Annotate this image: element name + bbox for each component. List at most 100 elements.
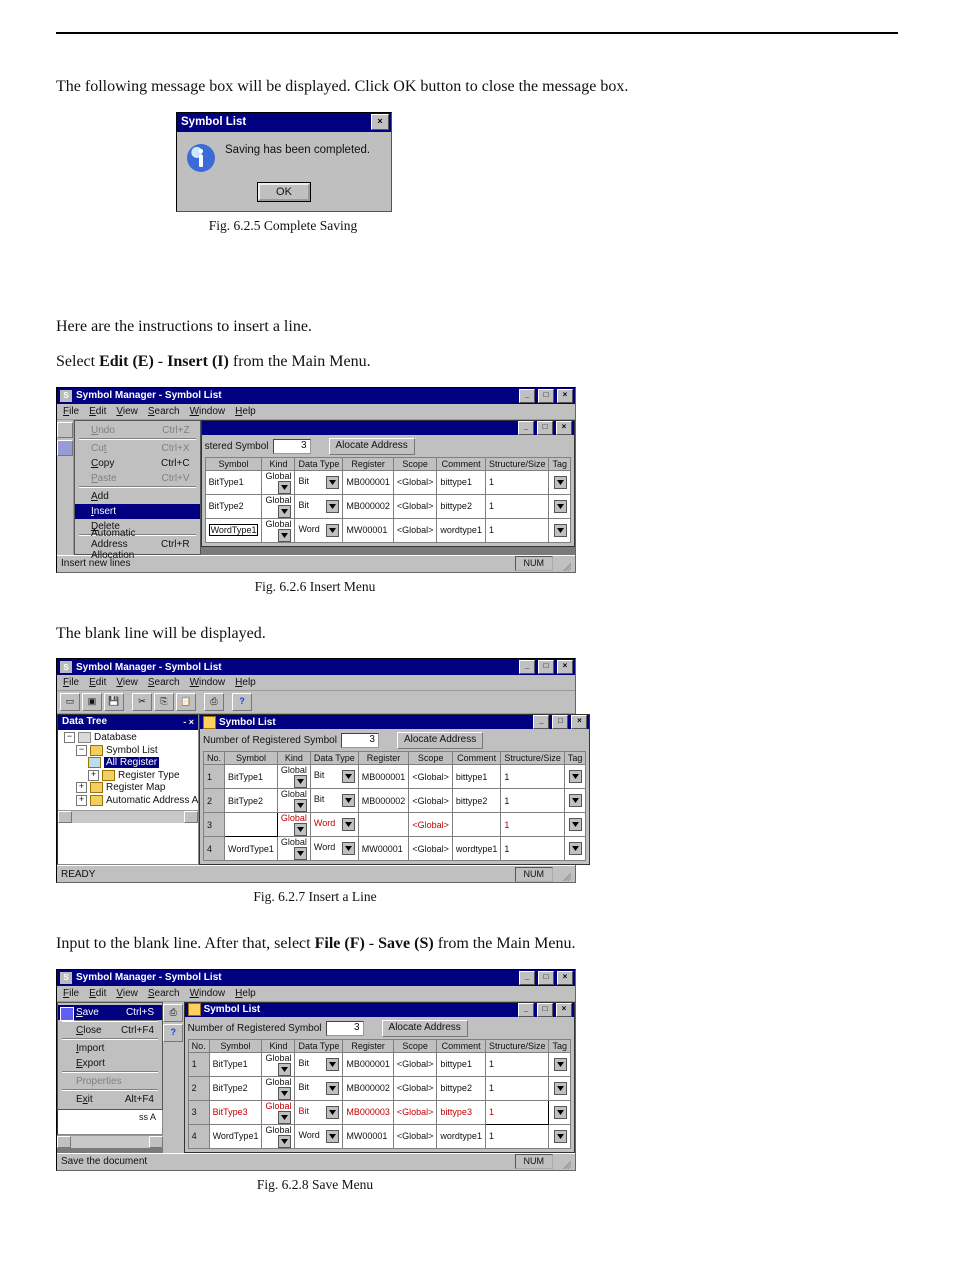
chevron-down-icon[interactable] xyxy=(554,524,567,537)
chevron-down-icon[interactable] xyxy=(278,1111,291,1124)
chevron-down-icon[interactable] xyxy=(569,818,582,831)
col-register[interactable]: Register xyxy=(343,1039,394,1052)
col-tag[interactable]: Tag xyxy=(549,457,571,470)
child-close-icon[interactable]: × xyxy=(556,421,572,435)
chevron-down-icon[interactable] xyxy=(342,770,355,783)
col-structure-size[interactable]: Structure/Size xyxy=(485,457,549,470)
table-row[interactable]: BitType2 Global Bit MB000002 <Global> bi… xyxy=(205,494,570,518)
chevron-down-icon[interactable] xyxy=(294,823,307,836)
table-row[interactable]: 2 BitType2 Global Bit MB000002 <Global> … xyxy=(188,1076,570,1100)
tree-node-register-type[interactable]: Register Type xyxy=(118,770,180,781)
tree-close-icon[interactable]: - × xyxy=(183,717,194,728)
col-scope[interactable]: Scope xyxy=(393,457,437,470)
child-max-icon[interactable]: □ xyxy=(552,715,568,729)
tree-collapse-icon[interactable]: − xyxy=(76,745,87,756)
tool-print-icon[interactable]: ⎙ xyxy=(204,693,224,711)
col-tag[interactable]: Tag xyxy=(549,1039,571,1052)
menu-window[interactable]: Window xyxy=(190,677,226,688)
col-register[interactable]: Register xyxy=(343,457,394,470)
tool-help-icon[interactable]: ? xyxy=(232,693,252,711)
menu-view[interactable]: View xyxy=(116,406,138,417)
chevron-down-icon[interactable] xyxy=(294,775,307,788)
table-row[interactable]: BitType1 Global Bit MB000001 <Global> bi… xyxy=(205,470,570,494)
col-scope[interactable]: Scope xyxy=(409,752,453,765)
menu-import[interactable]: Import xyxy=(58,1041,162,1056)
col-comment[interactable]: Comment xyxy=(437,1039,486,1052)
table-row[interactable]: 1 BitType1 Global Bit MB000001 <Global> … xyxy=(204,765,586,789)
col-tag[interactable]: Tag xyxy=(564,752,586,765)
col-kind[interactable]: Kind xyxy=(262,1039,295,1052)
col-symbol[interactable]: Symbol xyxy=(205,457,262,470)
tree-expand-icon[interactable]: + xyxy=(88,770,99,781)
menu-auto-addr-alloc[interactable]: Automatic Address AllocationCtrl+R xyxy=(75,537,200,552)
close-icon[interactable]: × xyxy=(371,114,389,130)
col-no[interactable]: No. xyxy=(204,752,225,765)
col-kind[interactable]: Kind xyxy=(277,752,310,765)
allocate-address-button[interactable]: Alocate Address xyxy=(397,732,483,749)
maximize-icon[interactable]: □ xyxy=(538,971,554,985)
menu-edit[interactable]: Edit xyxy=(89,406,106,417)
chevron-down-icon[interactable] xyxy=(294,847,307,860)
col-dtype[interactable]: Data Type xyxy=(295,1039,343,1052)
menu-window[interactable]: Window xyxy=(190,406,226,417)
close-icon[interactable]: × xyxy=(557,971,573,985)
menu-save[interactable]: SaveCtrl+S xyxy=(58,1005,162,1020)
table-row[interactable]: 4 WordType1 Global Word MW00001 <Global>… xyxy=(188,1124,570,1148)
menu-add[interactable]: Add xyxy=(75,489,200,504)
child-min-icon[interactable]: _ xyxy=(518,1003,534,1017)
menu-help[interactable]: Help xyxy=(235,406,256,417)
menu-properties[interactable]: Properties xyxy=(58,1074,162,1089)
tree-node-all-register[interactable]: All Register xyxy=(104,757,159,768)
tool-open-icon[interactable]: ▣ xyxy=(82,693,102,711)
chevron-down-icon[interactable] xyxy=(278,1135,291,1148)
tree-node-symbol-list[interactable]: Symbol List xyxy=(106,745,158,756)
col-comment[interactable]: Comment xyxy=(452,752,501,765)
chevron-down-icon[interactable] xyxy=(554,1058,567,1071)
chevron-down-icon[interactable] xyxy=(326,500,339,513)
menu-search[interactable]: Search xyxy=(148,988,180,999)
table-row-inserted[interactable]: 3 Global Word <Global> 1 xyxy=(204,813,586,837)
menu-cut[interactable]: CutCtrl+X xyxy=(75,441,200,456)
menu-exit[interactable]: ExitAlt+F4 xyxy=(58,1092,162,1107)
col-no[interactable]: No. xyxy=(188,1039,209,1052)
col-dtype[interactable]: Data Type xyxy=(295,457,343,470)
col-dtype[interactable]: Data Type xyxy=(310,752,358,765)
allocate-address-button[interactable]: Alocate Address xyxy=(382,1020,468,1037)
tool-cut-icon[interactable]: ✂ xyxy=(132,693,152,711)
minimize-icon[interactable]: _ xyxy=(519,971,535,985)
tree-collapse-icon[interactable]: − xyxy=(64,732,75,743)
chevron-down-icon[interactable] xyxy=(326,1082,339,1095)
table-row[interactable]: 4 WordType1 Global Word MW00001 <Global>… xyxy=(204,837,586,861)
child-max-icon[interactable]: □ xyxy=(537,421,553,435)
tree-node-auto-addr[interactable]: Automatic Address A xyxy=(106,795,198,806)
chevron-down-icon[interactable] xyxy=(569,770,582,783)
chevron-down-icon[interactable] xyxy=(554,500,567,513)
menu-file[interactable]: File xyxy=(63,677,79,688)
resize-grip-icon[interactable] xyxy=(557,557,571,571)
col-register[interactable]: Register xyxy=(358,752,409,765)
col-structure-size[interactable]: Structure/Size xyxy=(501,752,565,765)
chevron-down-icon[interactable] xyxy=(326,1130,339,1143)
minimize-icon[interactable]: _ xyxy=(519,389,535,403)
tool-btn-active[interactable] xyxy=(57,440,73,456)
minimize-icon[interactable]: _ xyxy=(519,660,535,674)
tool-save-icon[interactable]: 💾 xyxy=(104,693,124,711)
close-icon[interactable]: × xyxy=(557,389,573,403)
child-close-icon[interactable]: × xyxy=(556,1003,572,1017)
chevron-down-icon[interactable] xyxy=(342,794,355,807)
col-kind[interactable]: Kind xyxy=(262,457,295,470)
child-min-icon[interactable]: _ xyxy=(518,421,534,435)
menu-view[interactable]: View xyxy=(116,677,138,688)
child-max-icon[interactable]: □ xyxy=(537,1003,553,1017)
chevron-down-icon[interactable] xyxy=(342,842,355,855)
tree-expand-icon[interactable]: + xyxy=(76,795,87,806)
menu-search[interactable]: Search xyxy=(148,406,180,417)
allocate-address-button[interactable]: Alocate Address xyxy=(329,438,415,455)
chevron-down-icon[interactable] xyxy=(554,1130,567,1143)
chevron-down-icon[interactable] xyxy=(569,794,582,807)
scroll-left-icon[interactable] xyxy=(57,1136,71,1148)
menu-edit[interactable]: Edit xyxy=(89,677,106,688)
menu-file[interactable]: File xyxy=(63,988,79,999)
tool-help-icon[interactable]: ? xyxy=(163,1024,183,1042)
tree-scrollbar[interactable] xyxy=(58,810,198,823)
